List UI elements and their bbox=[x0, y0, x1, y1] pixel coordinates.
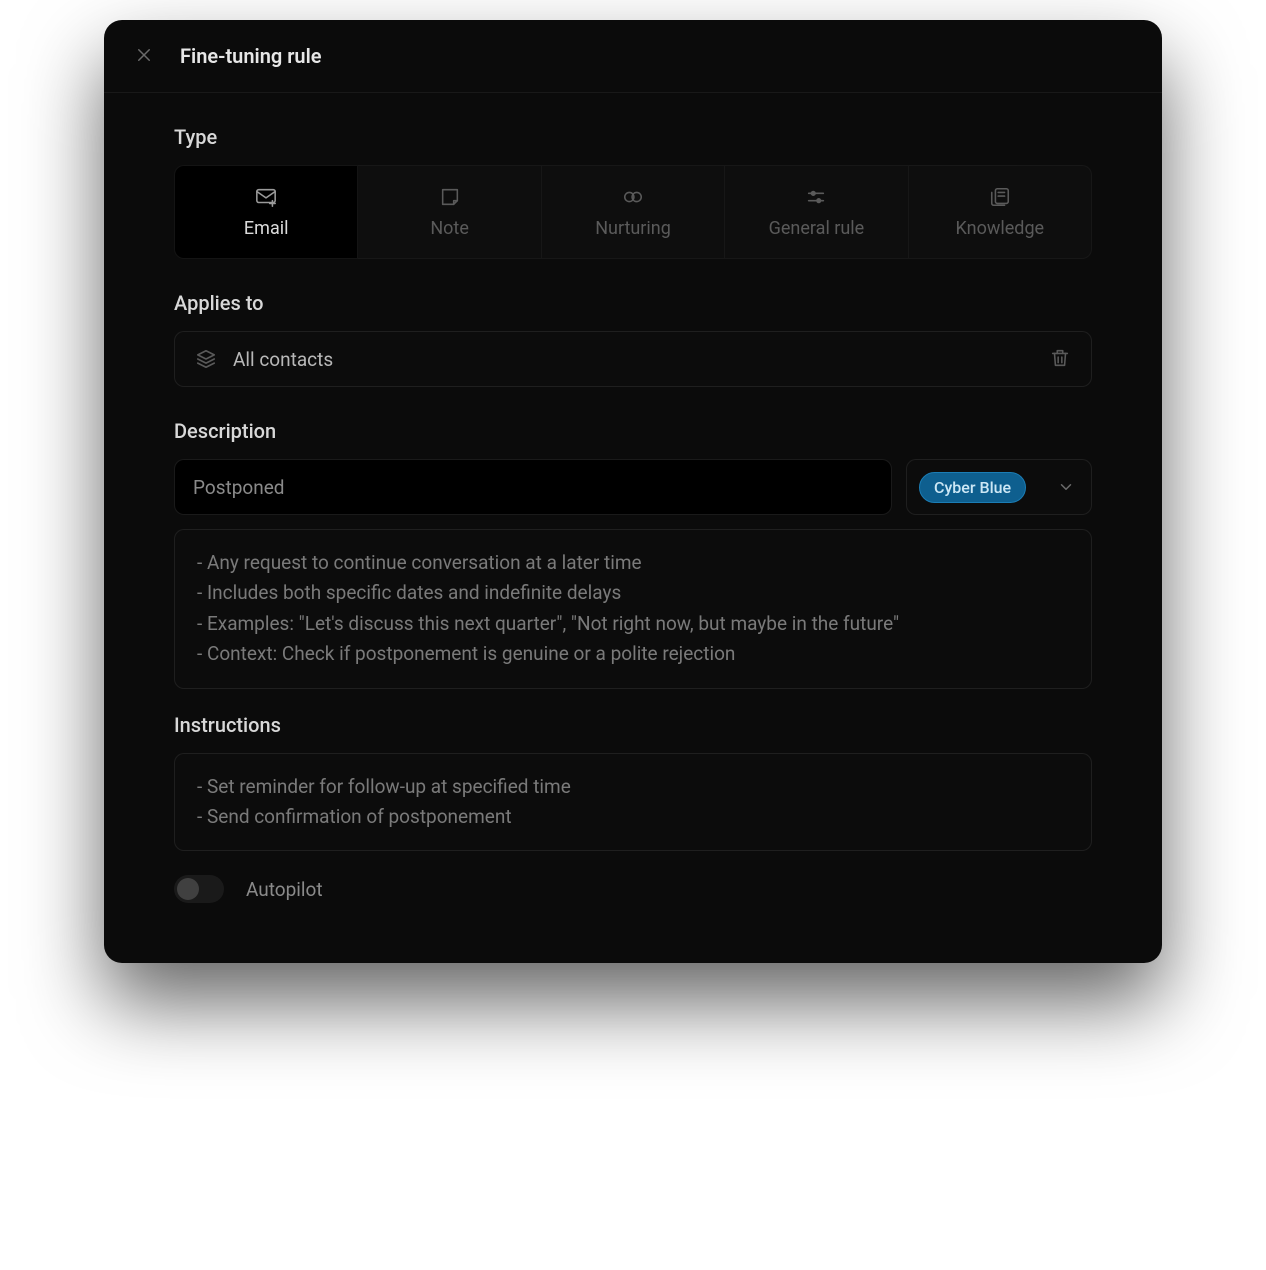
description-body-textarea[interactable]: - Any request to continue conversation a… bbox=[174, 529, 1092, 689]
delete-applies-button[interactable] bbox=[1049, 348, 1071, 370]
type-option-label: General rule bbox=[769, 218, 865, 239]
instructions-section-label: Instructions bbox=[174, 713, 1092, 737]
close-button[interactable] bbox=[132, 44, 156, 68]
description-title-input[interactable]: Postponed bbox=[174, 459, 892, 515]
sticky-note-icon bbox=[437, 186, 463, 208]
type-options: Email Note Nurturing General rule bbox=[174, 165, 1092, 259]
mail-plus-icon bbox=[253, 186, 279, 208]
toggle-knob bbox=[177, 878, 199, 900]
color-pill: Cyber Blue bbox=[919, 472, 1026, 503]
type-option-label: Knowledge bbox=[956, 218, 1045, 239]
type-option-email[interactable]: Email bbox=[174, 165, 358, 259]
chevron-down-icon bbox=[1057, 478, 1075, 496]
type-option-label: Nurturing bbox=[595, 218, 671, 239]
modal-title: Fine-tuning rule bbox=[180, 44, 322, 68]
modal-header: Fine-tuning rule bbox=[104, 20, 1162, 93]
documents-icon bbox=[987, 186, 1013, 208]
type-option-knowledge[interactable]: Knowledge bbox=[909, 165, 1092, 259]
description-section-label: Description bbox=[174, 419, 1092, 443]
modal-body: Type Email Note Nurturing bbox=[104, 93, 1162, 963]
description-title-value: Postponed bbox=[193, 476, 285, 499]
color-select[interactable]: Cyber Blue bbox=[906, 459, 1092, 515]
applies-to-section-label: Applies to bbox=[174, 291, 1092, 315]
description-title-row: Postponed Cyber Blue bbox=[174, 459, 1092, 515]
autopilot-toggle[interactable] bbox=[174, 875, 224, 903]
instructions-body-textarea[interactable]: - Set reminder for follow-up at specifie… bbox=[174, 753, 1092, 852]
settings-sliders-icon bbox=[803, 186, 829, 208]
trash-icon bbox=[1049, 347, 1071, 372]
link-icon bbox=[620, 186, 646, 208]
applies-to-field[interactable]: All contacts bbox=[174, 331, 1092, 387]
fine-tuning-rule-modal: Fine-tuning rule Type Email Note Nurt bbox=[104, 20, 1162, 963]
type-option-label: Note bbox=[430, 218, 469, 239]
autopilot-label: Autopilot bbox=[246, 878, 323, 901]
type-section-label: Type bbox=[174, 125, 1092, 149]
type-option-note[interactable]: Note bbox=[358, 165, 541, 259]
applies-to-value: All contacts bbox=[233, 348, 1033, 371]
type-option-general-rule[interactable]: General rule bbox=[725, 165, 908, 259]
type-option-label: Email bbox=[244, 218, 289, 239]
autopilot-row: Autopilot bbox=[174, 875, 1092, 903]
layers-icon bbox=[195, 348, 217, 370]
close-icon bbox=[135, 46, 153, 67]
type-option-nurturing[interactable]: Nurturing bbox=[542, 165, 725, 259]
